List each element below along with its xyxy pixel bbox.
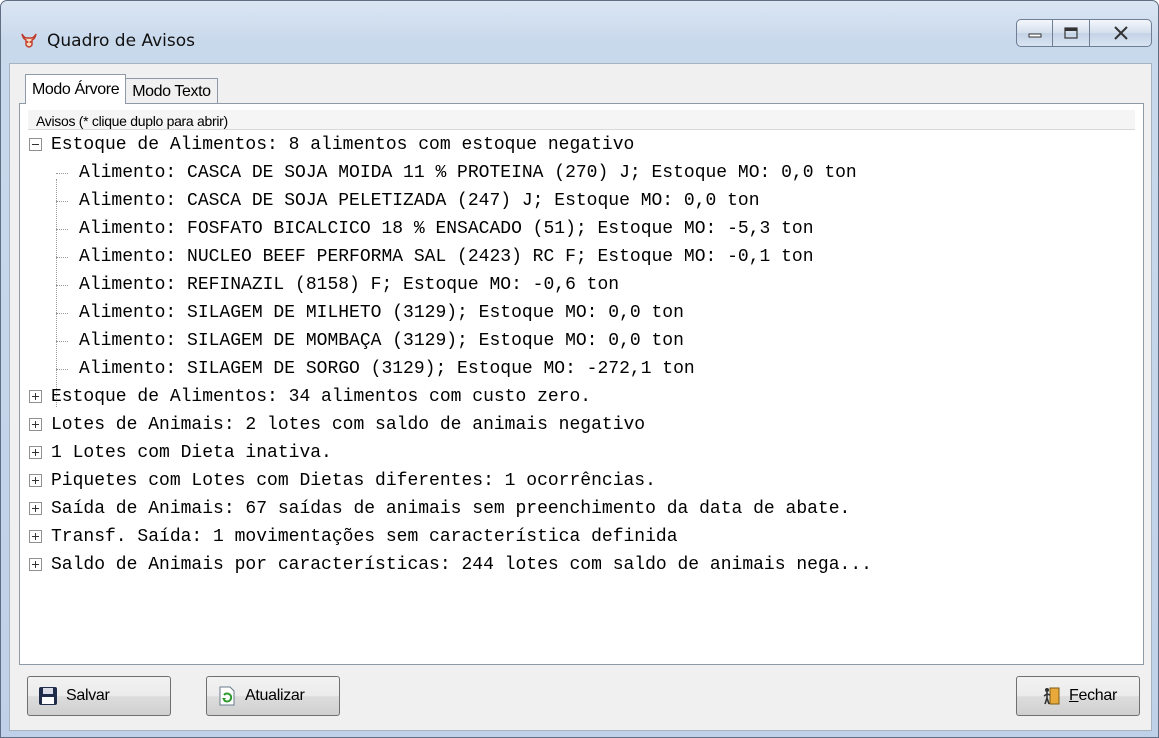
close-button[interactable]: Fechar xyxy=(1016,676,1140,716)
tree-connector xyxy=(56,179,57,407)
warnings-tree[interactable]: Estoque de Alimentos: 8 alimentos com es… xyxy=(28,131,1138,656)
tree-node-label: Piquetes com Lotes com Dietas diferentes… xyxy=(51,471,656,491)
cow-head-icon xyxy=(21,33,37,48)
tree-connector xyxy=(56,201,68,202)
tree-connector xyxy=(56,173,68,174)
tree-node-label: Saída de Animais: 67 saídas de animais s… xyxy=(51,499,851,519)
exit-door-icon xyxy=(1043,687,1060,705)
tree-node-label: Transf. Saída: 1 movimentações sem carac… xyxy=(51,527,678,547)
maximize-button[interactable] xyxy=(1053,19,1090,47)
tree-node-label: 1 Lotes com Dieta inativa. xyxy=(51,443,332,463)
expand-icon xyxy=(29,558,42,571)
tree-connector xyxy=(56,369,68,370)
tree-node-label: Saldo de Animais por características: 24… xyxy=(51,555,872,575)
tree-header: Avisos (* clique duplo para abrir) xyxy=(28,110,1135,130)
save-button-label: Salvar xyxy=(66,687,110,704)
expand-icon xyxy=(29,390,42,403)
tree-node-label: Alimento: SILAGEM DE MOMBAÇA (3129); Est… xyxy=(79,331,684,351)
expand-icon xyxy=(29,502,42,515)
minimize-icon xyxy=(1028,33,1041,38)
tree-node-label: Alimento: FOSFATO BICALCICO 18 % ENSACAD… xyxy=(79,219,814,239)
tree-node-label: Lotes de Animais: 2 lotes com saldo de a… xyxy=(51,415,646,435)
close-window-button[interactable] xyxy=(1090,19,1152,47)
refresh-document-icon xyxy=(219,686,235,706)
expand-icon xyxy=(29,418,42,431)
tree-connector xyxy=(56,229,68,230)
maximize-icon xyxy=(1064,27,1078,39)
tree-connector xyxy=(56,285,68,286)
close-button-label: Fechar xyxy=(1069,687,1118,704)
title-bar[interactable]: Quadro de Avisos xyxy=(1,1,1158,63)
caption-buttons xyxy=(1016,19,1152,47)
refresh-button-label: Atualizar xyxy=(245,687,305,704)
floppy-disk-icon xyxy=(39,687,57,705)
tab-panel: Avisos (* clique duplo para abrir) Estoq… xyxy=(19,103,1144,665)
save-button[interactable]: Salvar xyxy=(27,676,171,716)
close-icon xyxy=(1113,26,1128,40)
tree-connector xyxy=(56,341,68,342)
tree-node-label: Alimento: CASCA DE SOJA MOIDA 11 % PROTE… xyxy=(79,163,857,183)
tab-modo-arvore[interactable]: Modo Árvore xyxy=(25,74,127,104)
collapse-icon xyxy=(29,138,42,151)
client-area: Modo Árvore Modo Texto Avisos (* clique … xyxy=(9,63,1152,731)
tree-node-label: Alimento: CASCA DE SOJA PELETIZADA (247)… xyxy=(79,191,760,211)
expand-icon xyxy=(29,530,42,543)
window: Quadro de Avisos Modo Árvore Modo Texto … xyxy=(0,0,1159,738)
expand-icon xyxy=(29,446,42,459)
tree-node-label: Estoque de Alimentos: 34 alimentos com c… xyxy=(51,387,592,407)
minimize-button[interactable] xyxy=(1016,19,1053,47)
tab-modo-texto[interactable]: Modo Texto xyxy=(126,78,218,104)
tree-node-label: Alimento: REFINAZIL (8158) F; Estoque MO… xyxy=(79,275,620,295)
tab-strip: Modo Árvore Modo Texto xyxy=(25,74,218,104)
tree-connector xyxy=(56,257,68,258)
refresh-button[interactable]: Atualizar xyxy=(206,676,340,716)
expand-icon xyxy=(29,474,42,487)
tree-node-label: Alimento: SILAGEM DE MILHETO (3129); Est… xyxy=(79,303,684,323)
tree-connector xyxy=(56,313,68,314)
tree-node-label: Alimento: SILAGEM DE SORGO (3129); Estoq… xyxy=(79,359,695,379)
tree-node-label: Estoque de Alimentos: 8 alimentos com es… xyxy=(51,135,635,155)
tree-node-label: Alimento: NUCLEO BEEF PERFORMA SAL (2423… xyxy=(79,247,814,267)
window-title: Quadro de Avisos xyxy=(47,31,195,51)
